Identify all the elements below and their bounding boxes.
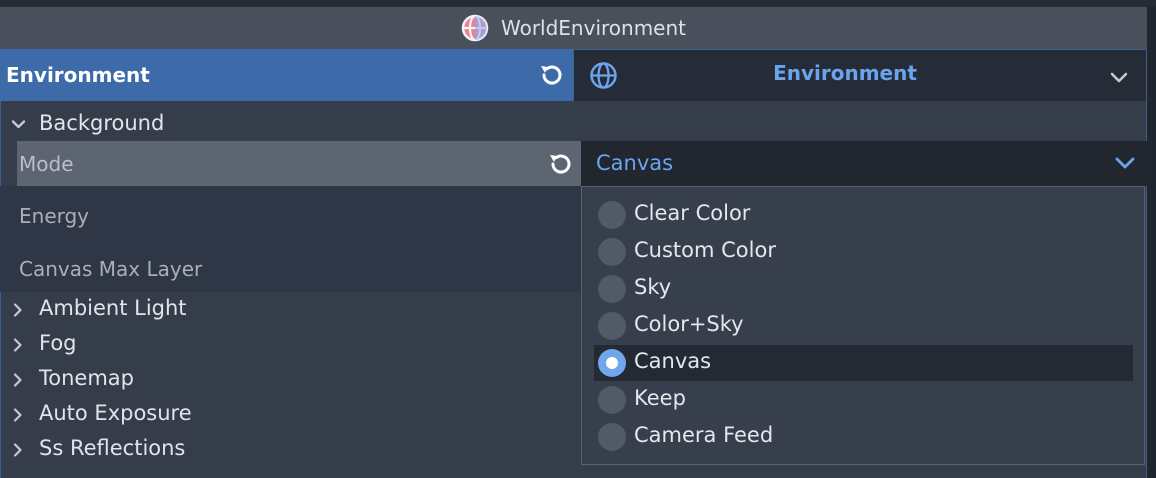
chevron-right-icon	[10, 442, 26, 458]
section-ambient-light[interactable]: Ambient Light	[0, 293, 580, 328]
mode-options-popup: Clear Color Custom Color Sky Color+Sky C…	[581, 186, 1145, 465]
section-title: Ambient Light	[39, 296, 187, 320]
option-keep[interactable]: Keep	[594, 382, 1133, 418]
radio-icon	[598, 238, 626, 266]
mode-label-text: Mode	[19, 151, 74, 176]
chevron-right-icon	[10, 337, 26, 353]
chevron-right-icon	[10, 302, 26, 318]
option-canvas[interactable]: Canvas	[594, 345, 1133, 381]
radio-icon	[598, 386, 626, 414]
radio-icon	[598, 423, 626, 451]
option-label: Camera Feed	[634, 423, 774, 447]
energy-label: Energy	[19, 204, 90, 228]
section-tonemap[interactable]: Tonemap	[0, 363, 580, 398]
chevron-down-icon[interactable]	[1108, 66, 1130, 88]
radio-selected-icon	[598, 349, 626, 377]
mode-property-label: Mode	[17, 141, 581, 186]
section-auto-exposure[interactable]: Auto Exposure	[0, 398, 580, 433]
revert-icon[interactable]	[535, 59, 567, 91]
scrollbar-track[interactable]	[1147, 7, 1156, 478]
section-fog[interactable]: Fog	[0, 328, 580, 363]
mode-selected-value[interactable]: Canvas	[596, 151, 673, 175]
top-strip	[0, 0, 1156, 7]
chevron-down-icon[interactable]	[10, 116, 27, 133]
section-ss-reflections[interactable]: Ss Reflections	[0, 433, 580, 468]
section-title: Fog	[39, 331, 77, 355]
option-color-sky[interactable]: Color+Sky	[594, 308, 1133, 344]
option-label: Color+Sky	[634, 312, 744, 336]
radio-icon	[598, 201, 626, 229]
environment-property-label: Environment	[0, 49, 573, 101]
section-title: Auto Exposure	[39, 401, 192, 425]
revert-icon[interactable]	[544, 148, 576, 180]
radio-icon	[598, 312, 626, 340]
option-sky[interactable]: Sky	[594, 271, 1133, 307]
environment-resource-name[interactable]: Environment	[660, 61, 1030, 85]
section-title: Tonemap	[39, 366, 134, 390]
option-label: Canvas	[634, 349, 712, 373]
node-title-bar: WorldEnvironment	[0, 7, 1147, 49]
option-clear-color[interactable]: Clear Color	[594, 197, 1133, 233]
globe-icon	[589, 61, 618, 90]
option-label: Keep	[634, 386, 686, 410]
option-label: Clear Color	[634, 201, 751, 225]
node-name: WorldEnvironment	[500, 16, 687, 40]
chevron-down-icon[interactable]	[1113, 152, 1137, 174]
option-camera-feed[interactable]: Camera Feed	[594, 419, 1133, 455]
chevron-right-icon	[10, 407, 26, 423]
option-custom-color[interactable]: Custom Color	[594, 234, 1133, 270]
background-section-title[interactable]: Background	[39, 111, 164, 135]
option-label: Sky	[634, 275, 672, 299]
canvas-max-layer-label: Canvas Max Layer	[19, 257, 203, 281]
environment-label-text: Environment	[6, 63, 150, 87]
section-title: Ss Reflections	[39, 436, 186, 460]
world-environment-icon	[461, 14, 489, 42]
option-label: Custom Color	[634, 238, 776, 262]
chevron-right-icon	[10, 372, 26, 388]
radio-icon	[598, 275, 626, 303]
